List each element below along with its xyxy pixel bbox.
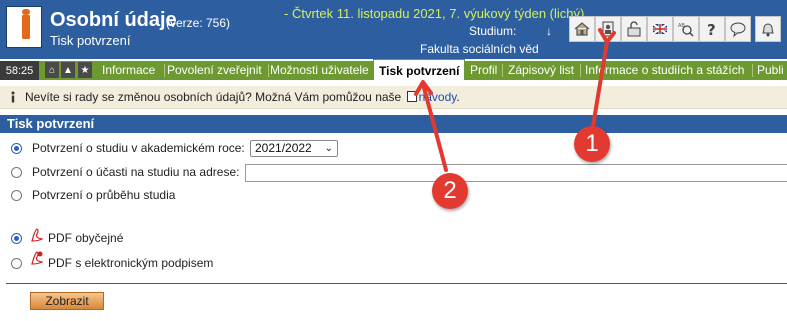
nav-up-button[interactable]: ▲	[61, 62, 75, 78]
help-button[interactable]: ?	[699, 16, 725, 42]
notifications-button[interactable]	[755, 16, 781, 42]
tab-moznosti-uzivatele[interactable]: Možnosti uživatele	[265, 61, 374, 80]
chevron-up-icon: ▲	[63, 64, 73, 76]
option-label: Potvrzení o účasti na studiu na adrese:	[32, 165, 240, 179]
study-select-arrow[interactable]: ↓	[546, 24, 552, 38]
star-icon: ★	[80, 64, 90, 76]
help-icon: ?	[707, 21, 716, 38]
app-version: (verze: 756)	[166, 16, 231, 30]
radio-pdf-signed[interactable]	[11, 258, 22, 269]
option-label: PDF obyčejné	[48, 231, 124, 245]
info-icon	[11, 91, 15, 103]
date-line: - Čtvrtek 11. listopadu 2021, 7. výukový…	[284, 6, 585, 21]
option-label: Potvrzení o průběhu studia	[32, 188, 176, 202]
tab-tisk-potvrzeni[interactable]: Tisk potvrzení	[373, 59, 465, 80]
chat-icon	[730, 22, 746, 38]
lock-icon	[627, 21, 641, 37]
callout-1: 1	[574, 126, 610, 162]
divider	[6, 283, 787, 284]
radio-study-confirmation[interactable]	[11, 143, 22, 154]
user-card-icon	[602, 21, 614, 37]
home-icon	[574, 22, 590, 36]
feedback-button[interactable]	[725, 16, 751, 42]
radio-progress-confirmation[interactable]	[11, 190, 22, 201]
app-title: Osobní údaje	[50, 9, 177, 31]
address-field[interactable]	[245, 164, 787, 182]
section-title: Tisk potvrzení	[7, 116, 95, 131]
language-button[interactable]	[647, 16, 673, 42]
radio-pdf-plain[interactable]	[11, 233, 22, 244]
tab-informace[interactable]: Informace	[97, 61, 160, 80]
callout-2: 2	[432, 173, 468, 209]
info-end: .	[456, 90, 460, 104]
svg-text:AB: AB	[678, 23, 685, 29]
section-header	[0, 115, 787, 133]
option-label: Potvrzení o studiu v akademickém roce:	[32, 141, 245, 155]
select-value: 2021/2022	[255, 141, 312, 155]
dictionary-button[interactable]: AB	[673, 16, 699, 42]
page-title: Tisk potvrzení	[50, 33, 131, 48]
faculty-name: Fakulta sociálních věd	[420, 42, 539, 56]
language-flag-icon	[652, 23, 668, 35]
document-icon	[406, 91, 417, 102]
tab-povoleni-zverejnit[interactable]: Povolení zveřejnit	[162, 61, 267, 80]
dictionary-search-icon: AB	[678, 23, 694, 37]
svg-text:?: ?	[707, 21, 716, 38]
show-button[interactable]: Zobrazit	[30, 292, 104, 310]
id-card-button[interactable]	[595, 16, 621, 42]
study-label: Studium:	[469, 24, 517, 38]
home-icon: ⌂	[48, 64, 56, 76]
app-logo	[6, 6, 42, 48]
pdf-signed-icon	[31, 251, 43, 265]
info-text: Nevíte si rady se změnou osobních údajů?…	[25, 90, 402, 104]
tab-zapisovy-list[interactable]: Zápisový list	[503, 61, 579, 80]
info-message: Nevíte si rady se změnou osobních údajů?…	[25, 90, 460, 104]
home-button[interactable]	[569, 16, 595, 42]
radio-participation-confirmation[interactable]	[11, 167, 22, 178]
academic-year-select[interactable]: 2021/2022 ⌄	[250, 140, 338, 157]
nav-home-button[interactable]: ⌂	[45, 62, 59, 78]
bell-icon	[762, 23, 774, 37]
option-label: PDF s elektronickým podpisem	[48, 256, 214, 270]
chevron-down-icon: ⌄	[324, 143, 333, 154]
tab-publikace[interactable]: Publi	[752, 61, 787, 80]
tab-profil[interactable]: Profil	[465, 61, 502, 80]
nav-favorite-button[interactable]: ★	[78, 62, 92, 78]
logo-body	[22, 15, 30, 39]
tab-informace-o-studiich[interactable]: Informace o studiích a stážích	[580, 61, 749, 80]
guides-link[interactable]: návody	[419, 90, 457, 104]
pdf-icon	[31, 228, 43, 242]
session-timer: 58:25	[0, 61, 39, 80]
logout-button[interactable]	[621, 16, 647, 42]
